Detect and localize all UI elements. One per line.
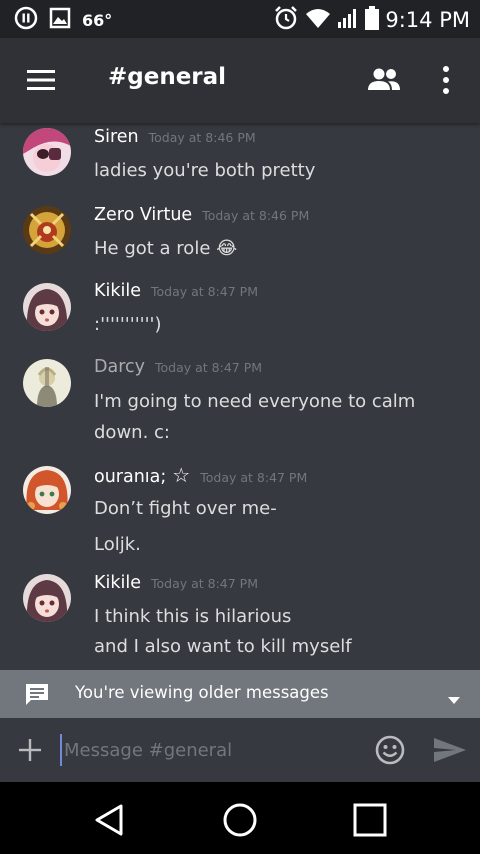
author-name[interactable]: Kikile [94, 281, 141, 301]
send-icon[interactable] [432, 736, 468, 764]
message-text: and I also want to kill myself [94, 636, 352, 657]
chat-bubble-icon [24, 682, 50, 712]
message-text: Don’t fight over me- [94, 498, 277, 519]
author-name[interactable]: Kikile [94, 573, 141, 593]
temperature-text: 66° [82, 10, 113, 30]
home-circle-icon[interactable] [220, 800, 260, 840]
message-header: ouranıa; ☆ Today at 8:47 PM [94, 463, 307, 487]
avatar[interactable] [23, 206, 71, 254]
author-name[interactable]: Siren [94, 127, 139, 147]
timestamp: Today at 8:46 PM [148, 130, 256, 145]
message-text: Loljk. [94, 534, 141, 555]
avatar[interactable] [23, 359, 71, 407]
message-text: He got a role 😂 [94, 233, 464, 264]
timestamp: Today at 8:47 PM [150, 284, 258, 299]
author-name[interactable]: Zero Virtue [94, 205, 192, 225]
recents-square-icon[interactable] [350, 800, 390, 840]
hamburger-menu-icon[interactable] [24, 65, 60, 95]
channel-header: #general [0, 38, 480, 123]
emoji-icon[interactable] [374, 734, 406, 766]
avatar[interactable] [23, 283, 71, 331]
message-header: Siren Today at 8:46 PM [94, 127, 256, 147]
status-bar: 66° 9:14 PM [0, 0, 480, 38]
message-text: ladies you're both pretty [94, 160, 316, 181]
author-name[interactable]: ouranıa; [94, 467, 166, 487]
star-icon: ☆ [172, 463, 191, 487]
avatar[interactable] [23, 574, 71, 622]
system-nav-bar [0, 782, 480, 854]
message-text: I think this is hilarious [94, 606, 292, 627]
add-attachment-icon[interactable] [18, 738, 42, 762]
signal-icon [337, 7, 359, 33]
message-header: Kikile Today at 8:47 PM [94, 281, 258, 301]
message-header: Zero Virtue Today at 8:46 PM [94, 205, 309, 225]
message-list[interactable]: Siren Today at 8:46 PM ladies you're bot… [0, 123, 480, 670]
older-messages-text: You're viewing older messages [75, 683, 329, 702]
message-text: :''''''''''') [94, 314, 162, 335]
avatar[interactable] [23, 466, 71, 514]
alarm-icon [273, 5, 299, 35]
crying-laughing-emoji: 😂 [216, 238, 238, 259]
clock-time: 9:14 PM [385, 8, 470, 32]
timestamp: Today at 8:47 PM [155, 360, 263, 375]
wifi-icon [305, 7, 331, 33]
back-triangle-icon[interactable] [89, 800, 129, 840]
timestamp: Today at 8:46 PM [202, 208, 310, 223]
battery-icon [365, 6, 380, 34]
caret-down-icon[interactable] [448, 690, 460, 709]
avatar[interactable] [23, 128, 71, 176]
pause-icon [14, 6, 38, 34]
timestamp: Today at 8:47 PM [200, 470, 308, 485]
message-text: down. c: [94, 422, 170, 443]
message-input[interactable] [60, 734, 350, 766]
members-icon[interactable] [366, 66, 402, 94]
timestamp: Today at 8:47 PM [150, 576, 258, 591]
message-text: I'm going to need everyone to calm [94, 391, 416, 412]
older-messages-banner[interactable]: You're viewing older messages [0, 670, 480, 718]
author-name[interactable]: Darcy [94, 357, 145, 377]
message-header: Darcy Today at 8:47 PM [94, 357, 262, 377]
message-text-content: He got a role [94, 238, 211, 259]
channel-title: #general [108, 64, 227, 90]
more-vertical-icon[interactable] [436, 64, 456, 96]
gallery-icon [48, 6, 72, 34]
message-composer [0, 718, 480, 782]
message-header: Kikile Today at 8:47 PM [94, 573, 258, 593]
